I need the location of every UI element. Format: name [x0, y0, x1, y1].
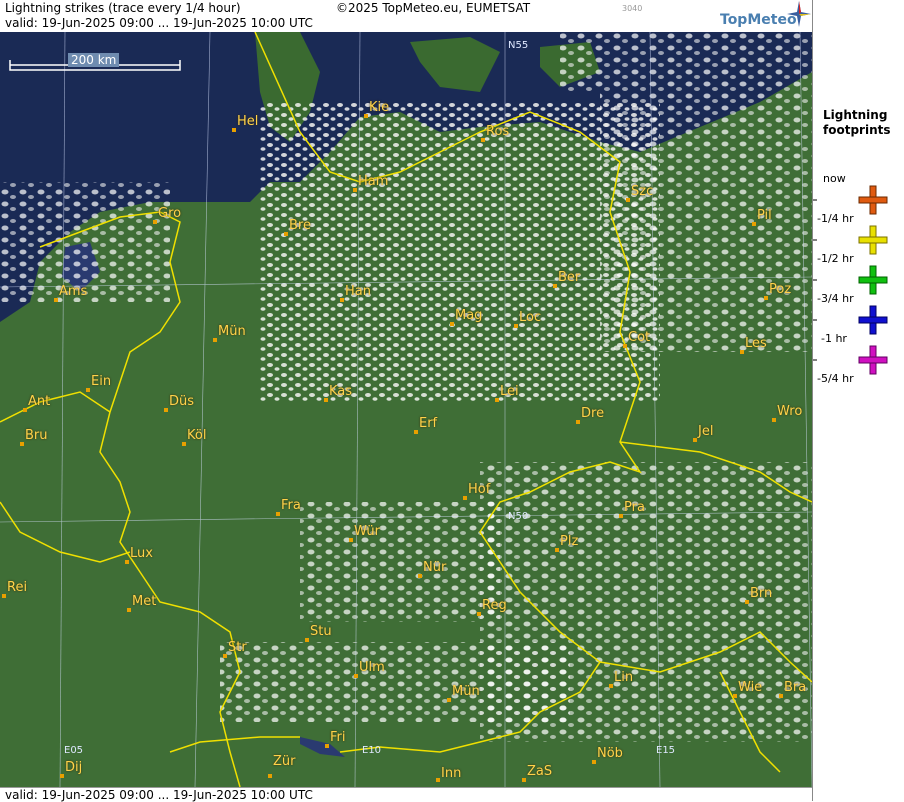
- city-label[interactable]: Reg: [482, 598, 507, 613]
- city-label[interactable]: Fra: [281, 498, 301, 513]
- city-label[interactable]: Inn: [441, 766, 461, 781]
- city-label[interactable]: Ber: [558, 270, 580, 285]
- city-label[interactable]: Ulm: [359, 660, 385, 675]
- city-label[interactable]: Bra: [784, 680, 806, 695]
- map-code: 3040: [622, 4, 643, 13]
- city-label[interactable]: Szc: [631, 184, 653, 199]
- grid-label-e10: E10: [362, 745, 382, 756]
- grid-label-e15: E15: [656, 745, 676, 756]
- city-label[interactable]: Hel: [237, 114, 258, 129]
- city-label[interactable]: Wro: [777, 404, 802, 419]
- city-label[interactable]: Pra: [624, 500, 645, 515]
- city-label[interactable]: Erf: [419, 416, 437, 431]
- legend-ticks: [813, 199, 817, 361]
- city-label[interactable]: Hof: [468, 482, 490, 497]
- city-label[interactable]: Ros: [486, 124, 509, 139]
- city-label[interactable]: Ein: [91, 374, 111, 389]
- city-label[interactable]: Ant: [28, 394, 50, 409]
- city-label[interactable]: Mün: [218, 324, 246, 339]
- valid-time-top: valid: 19-Jun-2025 09:00 ... 19-Jun-2025…: [5, 16, 313, 30]
- legend-panel: Lightning footprints now -1/4 hr -1/2 hr…: [812, 0, 904, 801]
- city-label[interactable]: Lei: [500, 384, 519, 399]
- city-label[interactable]: Wie: [738, 680, 762, 695]
- city-label[interactable]: Lin: [614, 670, 633, 685]
- scale-bar-label: 200 km: [68, 53, 120, 67]
- grid-label-e05: E05: [64, 745, 84, 756]
- satellite-map[interactable]: 200 km N55 N50 E05 E10 E15 Hel Kie Ros H…: [0, 32, 812, 787]
- city-label[interactable]: Bre: [289, 218, 311, 233]
- city-label[interactable]: Ams: [59, 284, 87, 299]
- city-label[interactable]: Str: [228, 640, 247, 655]
- city-label[interactable]: Wür: [354, 524, 380, 539]
- cloud-field-east: [600, 92, 812, 352]
- city-label[interactable]: Jel: [698, 424, 713, 439]
- city-label[interactable]: Loc: [519, 310, 541, 325]
- city-label[interactable]: Brn: [750, 586, 772, 601]
- city-label[interactable]: Mag: [455, 308, 482, 323]
- cloud-field-south: [300, 502, 500, 622]
- city-label[interactable]: Nöb: [597, 746, 623, 761]
- city-label[interactable]: Rei: [7, 580, 27, 595]
- city-label[interactable]: Düs: [169, 394, 194, 409]
- city-label[interactable]: Met: [132, 594, 156, 609]
- city-label[interactable]: Han: [345, 284, 371, 299]
- city-label[interactable]: Kas: [329, 384, 352, 399]
- city-label[interactable]: Stu: [310, 624, 332, 639]
- map-title: Lightning strikes (trace every 1/4 hour): [5, 1, 241, 15]
- copyright: ©2025 TopMeteo.eu, EUMETSAT: [336, 1, 531, 15]
- city-label[interactable]: Kie: [369, 100, 389, 115]
- city-label[interactable]: Pil: [757, 208, 772, 223]
- map-graphics: [0, 32, 812, 787]
- city-label[interactable]: Köl: [187, 428, 206, 443]
- city-label[interactable]: Lux: [130, 546, 153, 561]
- city-label[interactable]: Bru: [25, 428, 48, 443]
- city-label[interactable]: Zür: [273, 754, 296, 769]
- city-label[interactable]: Ham: [358, 174, 388, 189]
- cloud-field-sea-north: [560, 32, 812, 92]
- header-bar: Lightning strikes (trace every 1/4 hour)…: [0, 0, 812, 33]
- city-label[interactable]: Gro: [158, 206, 181, 221]
- city-label[interactable]: ZaS: [527, 764, 552, 779]
- city-label[interactable]: Fri: [330, 730, 346, 745]
- grid-label-n55: N55: [508, 40, 529, 51]
- cloud-field-alps: [220, 642, 570, 722]
- grid-label-n50: N50: [508, 511, 529, 522]
- city-label[interactable]: Dij: [65, 760, 82, 775]
- compass-star-icon: [787, 1, 811, 27]
- city-label[interactable]: Plz: [560, 534, 578, 549]
- city-label[interactable]: Mün: [452, 684, 480, 699]
- city-label[interactable]: Poz: [769, 282, 791, 297]
- valid-time-bottom: valid: 19-Jun-2025 09:00 ... 19-Jun-2025…: [5, 788, 313, 802]
- city-label[interactable]: Les: [745, 336, 767, 351]
- footer-bar: valid: 19-Jun-2025 09:00 ... 19-Jun-2025…: [0, 787, 812, 802]
- city-label[interactable]: Cot: [628, 330, 650, 345]
- city-label[interactable]: Nür: [423, 560, 446, 575]
- city-label[interactable]: Dre: [581, 406, 604, 421]
